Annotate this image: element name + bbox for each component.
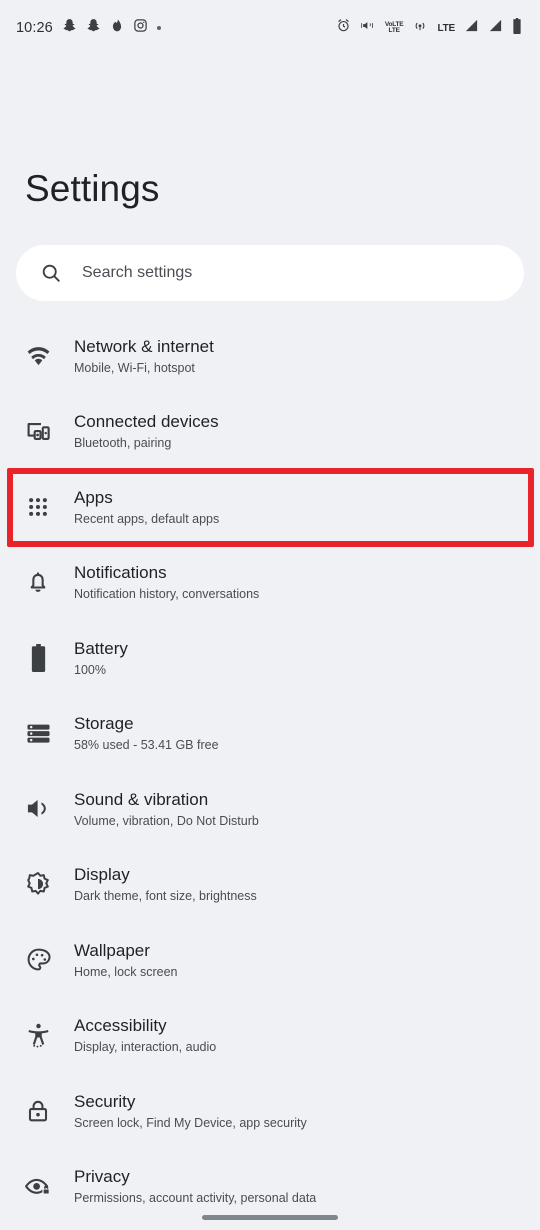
- settings-row-title: Connected devices: [74, 412, 219, 432]
- settings-row-privacy[interactable]: Privacy Permissions, account activity, p…: [0, 1149, 540, 1225]
- settings-row-title: Display: [74, 865, 130, 885]
- settings-row-subtitle: Notification history, conversations: [74, 587, 260, 602]
- volte-icon: VoLTE LTE: [385, 21, 404, 35]
- search-input-placeholder[interactable]: Search settings: [82, 264, 192, 282]
- settings-row-storage[interactable]: Storage 58% used - 53.41 GB free: [0, 696, 540, 772]
- settings-row-text: Accessibility Display, interaction, audi…: [74, 1015, 216, 1055]
- signal-bars-sim2-icon: [488, 18, 503, 38]
- battery-icon: [16, 643, 60, 672]
- settings-row-notifications[interactable]: Notifications Notification history, conv…: [0, 545, 540, 621]
- snapchat-icon: [86, 18, 101, 38]
- instagram-icon: [133, 18, 148, 38]
- signal-bars-sim1-icon: [464, 18, 479, 38]
- settings-row-subtitle: Screen lock, Find My Device, app securit…: [74, 1115, 307, 1130]
- bell-icon: [16, 569, 60, 595]
- status-bar-left: 10:26: [16, 18, 161, 38]
- lock-icon: [16, 1098, 60, 1124]
- settings-row-sound-vibration[interactable]: Sound & vibration Volume, vibration, Do …: [0, 771, 540, 847]
- settings-row-text: Notifications Notification history, conv…: [74, 562, 259, 602]
- settings-row-title: Notifications: [74, 563, 167, 583]
- snapchat-icon: [62, 18, 77, 38]
- settings-row-title: Security: [74, 1091, 136, 1111]
- settings-row-title: Privacy: [74, 1167, 130, 1187]
- settings-row-subtitle: Volume, vibration, Do Not Disturb: [74, 813, 259, 828]
- search-icon: [40, 262, 62, 284]
- settings-row-security[interactable]: Security Screen lock, Find My Device, ap…: [0, 1073, 540, 1149]
- settings-row-subtitle: Dark theme, font size, brightness: [74, 889, 257, 904]
- settings-row-subtitle: 58% used - 53.41 GB free: [74, 738, 219, 753]
- more-notifications-dot-icon: [156, 26, 161, 30]
- vibrate-mode-icon: [360, 18, 376, 38]
- settings-row-text: Network & internet Mobile, Wi-Fi, hotspo…: [74, 336, 214, 376]
- connected-devices-icon: [16, 418, 60, 445]
- storage-icon: [16, 720, 60, 747]
- palette-icon: [16, 946, 60, 973]
- page-title: Settings: [25, 168, 160, 209]
- settings-row-subtitle: Display, interaction, audio: [74, 1040, 217, 1055]
- alarm-clock-icon: [336, 18, 351, 38]
- settings-row-text: Apps Recent apps, default apps: [74, 487, 219, 527]
- settings-row-wallpaper[interactable]: Wallpaper Home, lock screen: [0, 922, 540, 998]
- privacy-eye-icon: [16, 1172, 60, 1200]
- settings-row-apps[interactable]: Apps Recent apps, default apps: [0, 469, 540, 545]
- settings-row-title: Accessibility: [74, 1016, 167, 1036]
- accessibility-icon: [16, 1022, 60, 1049]
- settings-row-battery[interactable]: Battery 100%: [0, 620, 540, 696]
- settings-row-subtitle: 100%: [74, 662, 106, 677]
- settings-row-text: Battery 100%: [74, 638, 128, 678]
- settings-row-text: Privacy Permissions, account activity, p…: [74, 1166, 316, 1206]
- settings-row-network-internet[interactable]: Network & internet Mobile, Wi-Fi, hotspo…: [0, 318, 540, 394]
- settings-row-subtitle: Home, lock screen: [74, 964, 178, 979]
- settings-row-connected-devices[interactable]: Connected devices Bluetooth, pairing: [0, 394, 540, 470]
- settings-row-subtitle: Bluetooth, pairing: [74, 436, 172, 451]
- search-settings-bar[interactable]: Search settings: [16, 245, 524, 301]
- volume-icon: [16, 795, 60, 822]
- settings-row-title: Wallpaper: [74, 940, 150, 960]
- tinder-flame-icon: [110, 18, 124, 38]
- settings-row-subtitle: Recent apps, default apps: [74, 511, 220, 526]
- settings-screen: 10:26 VoLTE LTE LTE Settings Search sett…: [0, 0, 540, 1230]
- wifi-icon: [16, 342, 60, 369]
- settings-row-text: Storage 58% used - 53.41 GB free: [74, 713, 219, 753]
- apps-grid-icon: [16, 496, 60, 518]
- settings-row-text: Wallpaper Home, lock screen: [74, 940, 178, 980]
- settings-row-subtitle: Mobile, Wi-Fi, hotspot: [74, 360, 195, 375]
- battery-icon: [512, 17, 522, 39]
- settings-row-subtitle: Permissions, account activity, personal …: [74, 1191, 317, 1206]
- settings-row-title: Apps: [74, 487, 113, 507]
- settings-row-text: Display Dark theme, font size, brightnes…: [74, 864, 257, 904]
- home-gesture-indicator[interactable]: [202, 1215, 338, 1220]
- status-bar-clock: 10:26: [16, 20, 53, 36]
- volte-bottom-label: LTE: [388, 27, 400, 34]
- settings-row-text: Security Screen lock, Find My Device, ap…: [74, 1091, 307, 1131]
- settings-row-title: Network & internet: [74, 336, 214, 356]
- settings-row-title: Storage: [74, 714, 134, 734]
- settings-row-accessibility[interactable]: Accessibility Display, interaction, audi…: [0, 998, 540, 1074]
- settings-row-text: Connected devices Bluetooth, pairing: [74, 411, 219, 451]
- settings-row-title: Battery: [74, 638, 128, 658]
- settings-row-text: Sound & vibration Volume, vibration, Do …: [74, 789, 259, 829]
- settings-list: Network & internet Mobile, Wi-Fi, hotspo…: [0, 318, 540, 1224]
- wifi-calling-icon: [412, 18, 428, 38]
- settings-row-display[interactable]: Display Dark theme, font size, brightnes…: [0, 847, 540, 923]
- status-bar-right: VoLTE LTE LTE: [336, 17, 522, 39]
- settings-row-title: Sound & vibration: [74, 789, 209, 809]
- lte-label-icon: LTE: [437, 22, 455, 34]
- status-bar: 10:26 VoLTE LTE LTE: [0, 0, 540, 56]
- brightness-icon: [16, 870, 60, 898]
